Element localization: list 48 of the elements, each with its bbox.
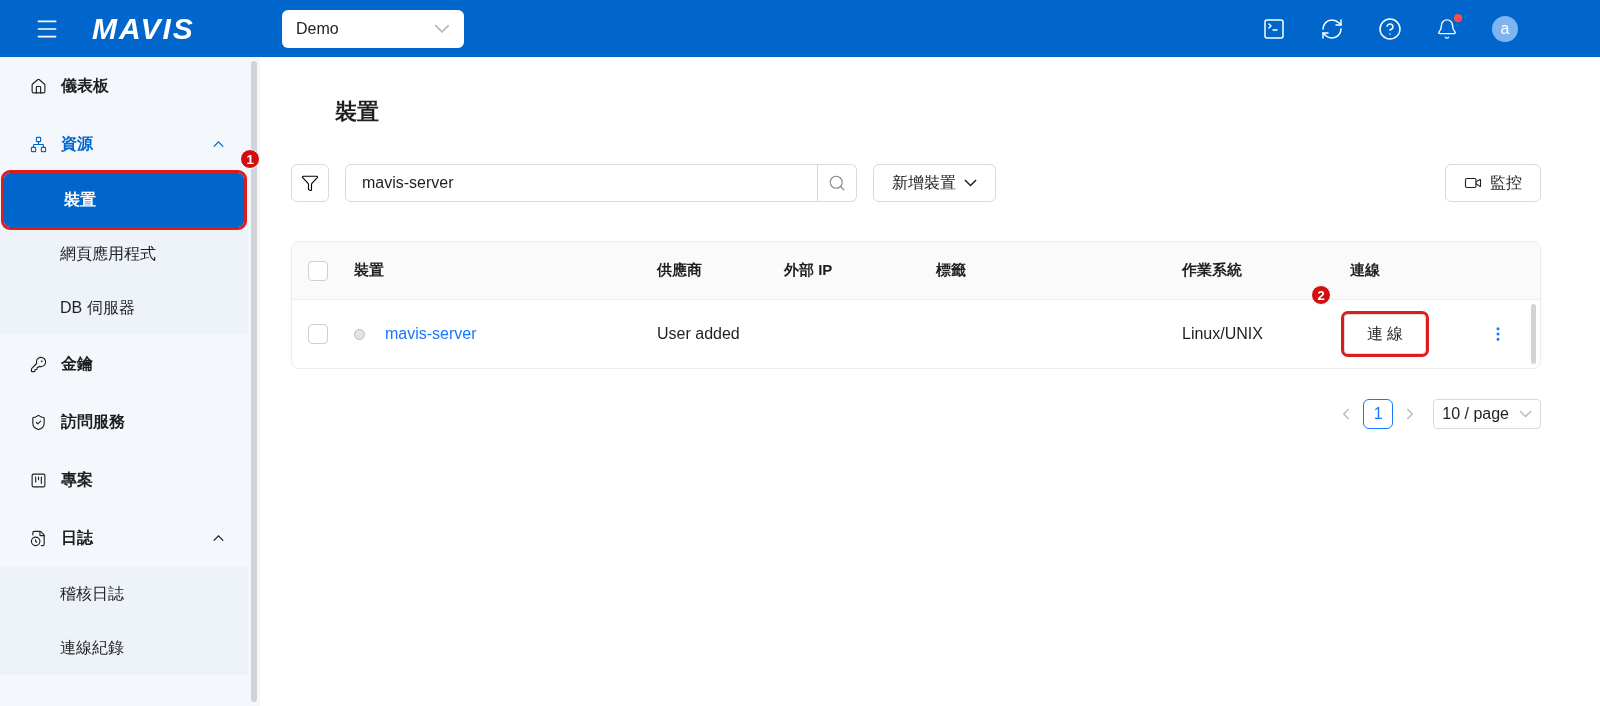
board-icon [30,471,47,489]
sidebar-subitem[interactable]: DB 伺服器 [0,281,248,335]
help-icon[interactable] [1378,16,1402,41]
search-button[interactable] [818,164,857,202]
terminal-icon[interactable] [1262,16,1286,41]
home-icon [30,77,47,95]
page-title: 裝置 [335,98,380,126]
logo: MAVIS [92,11,196,46]
sidebar-subitem[interactable]: 網頁應用程式 [0,227,248,281]
column-header: 裝置 [354,261,385,280]
log-file-icon [30,529,47,547]
refresh-icon[interactable] [1320,16,1344,41]
filter-button[interactable] [291,164,329,202]
filter-icon [301,174,319,192]
column-header: 外部 IP [784,261,834,280]
scrollbar[interactable] [1531,304,1536,364]
chevron-down-icon [964,179,977,187]
sidebar-item[interactable]: 儀表板 [0,57,248,115]
sidebar-item[interactable]: 專案 [0,451,248,509]
column-header: 標籤 [936,261,967,280]
device-link[interactable]: mavis-server [385,325,477,343]
key-icon [30,355,47,373]
search-icon [828,174,846,192]
sidebar-subitem[interactable]: 稽核日誌 [0,567,248,621]
shield-check-icon [30,413,47,431]
chevron-up-icon [213,140,224,148]
column-header: 連線 [1350,261,1381,280]
sidebar-item[interactable]: 金鑰 [0,335,248,393]
page-button[interactable]: 1 [1363,399,1394,429]
callout-badge: 1 [240,149,260,169]
table-cell-text: Linux/UNIX [1182,325,1264,343]
search-field[interactable]: mavis-server [345,164,818,202]
chevron-down-icon [434,24,450,33]
page-size-select[interactable]: 10 / page [1433,399,1541,429]
chevron-down-icon [1519,410,1532,418]
sidebar-item[interactable]: 訪問服務 [0,393,248,451]
chevron-up-icon [213,534,224,542]
project-select[interactable]: Demo [282,9,464,48]
column-header: 作業系統 [1182,261,1243,280]
sidebar-subitem[interactable]: 連線紀錄 [0,621,248,675]
network-icon [30,135,47,153]
table-cell-text: User added [657,325,741,343]
select-all-checkbox[interactable] [308,260,328,281]
monitor-button[interactable]: 監控 [1445,164,1541,202]
add-device-button[interactable]: 新增裝置 [873,164,996,202]
row-checkbox[interactable] [308,324,328,344]
sidebar-item[interactable]: 日誌 [0,509,248,567]
column-header: 供應商 [657,261,703,280]
